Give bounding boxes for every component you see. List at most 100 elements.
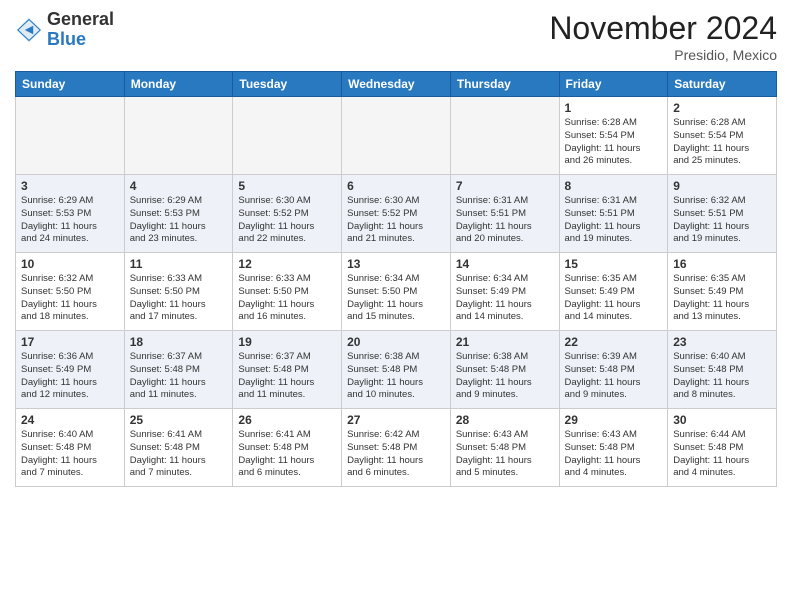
logo-general-text: General	[47, 9, 114, 29]
day-info: Sunrise: 6:32 AM Sunset: 5:51 PM Dayligh…	[673, 195, 771, 246]
day-number: 19	[238, 335, 336, 349]
calendar-cell: 24Sunrise: 6:40 AM Sunset: 5:48 PM Dayli…	[16, 409, 125, 487]
calendar-cell: 30 Sunrise: 6:44 AM Sunset: 5:48 PM Dayli…	[668, 409, 777, 487]
day-info: Sunrise: 6:33 AM Sunset: 5:50 PM Dayligh…	[238, 273, 336, 324]
calendar-cell: 1 Sunrise: 6:28 AM Sunset: 5:54 PM Daylig…	[559, 97, 668, 175]
day-info: Sunrise: 6:36 AM Sunset: 5:49 PM Dayligh…	[21, 351, 119, 402]
day-info: Sunrise: 6:29 AM Sunset: 5:53 PM Dayligh…	[130, 195, 228, 246]
calendar-cell: 17 Sunrise: 6:36 AM Sunset: 5:49 PM Dayli…	[16, 331, 125, 409]
day-number: 11	[130, 257, 228, 271]
calendar-cell	[16, 97, 125, 175]
day-number: 16	[673, 257, 771, 271]
day-info: Sunrise: 6:29 AM Sunset: 5:53 PM Dayligh…	[21, 195, 119, 246]
day-number: 8	[565, 179, 663, 193]
day-number: 21	[456, 335, 554, 349]
weekday-header-row: SundayMondayTuesdayWednesdayThursdayFrid…	[16, 72, 777, 97]
page-container: General Blue November 2024 Presidio, Mex…	[0, 0, 792, 497]
day-number: 14	[456, 257, 554, 271]
day-number: 27	[347, 413, 445, 427]
title-area: November 2024 Presidio, Mexico	[549, 10, 777, 63]
calendar-cell: 19 Sunrise: 6:37 AM Sunset: 5:48 PM Dayli…	[233, 331, 342, 409]
day-number: 28	[456, 413, 554, 427]
calendar-cell: 7 Sunrise: 6:31 AM Sunset: 5:51 PM Daylig…	[450, 175, 559, 253]
day-number: 6	[347, 179, 445, 193]
calendar-cell: 11 Sunrise: 6:33 AM Sunset: 5:50 PM Dayli…	[124, 253, 233, 331]
day-number: 1	[565, 101, 663, 115]
calendar-cell: 25 Sunrise: 6:41 AM Sunset: 5:48 PM Dayli…	[124, 409, 233, 487]
day-number: 18	[130, 335, 228, 349]
day-number: 29	[565, 413, 663, 427]
calendar-cell: 27 Sunrise: 6:42 AM Sunset: 5:48 PM Dayli…	[342, 409, 451, 487]
logo-text: General Blue	[47, 10, 114, 50]
day-number: 7	[456, 179, 554, 193]
weekday-header-wednesday: Wednesday	[342, 72, 451, 97]
weekday-header-saturday: Saturday	[668, 72, 777, 97]
month-title: November 2024	[549, 10, 777, 47]
day-info: Sunrise: 6:42 AM Sunset: 5:48 PM Dayligh…	[347, 429, 445, 480]
day-number: 4	[130, 179, 228, 193]
day-info: Sunrise: 6:37 AM Sunset: 5:48 PM Dayligh…	[130, 351, 228, 402]
day-number: 15	[565, 257, 663, 271]
calendar-table: SundayMondayTuesdayWednesdayThursdayFrid…	[15, 71, 777, 487]
day-info: Sunrise: 6:41 AM Sunset: 5:48 PM Dayligh…	[238, 429, 336, 480]
day-number: 25	[130, 413, 228, 427]
day-info: Sunrise: 6:31 AM Sunset: 5:51 PM Dayligh…	[565, 195, 663, 246]
day-number: 22	[565, 335, 663, 349]
day-number: 24	[21, 413, 119, 427]
day-number: 5	[238, 179, 336, 193]
day-number: 9	[673, 179, 771, 193]
page-header: General Blue November 2024 Presidio, Mex…	[15, 10, 777, 63]
calendar-cell: 29 Sunrise: 6:43 AM Sunset: 5:48 PM Dayli…	[559, 409, 668, 487]
logo-icon	[15, 16, 43, 44]
day-info: Sunrise: 6:30 AM Sunset: 5:52 PM Dayligh…	[347, 195, 445, 246]
day-info: Sunrise: 6:43 AM Sunset: 5:48 PM Dayligh…	[456, 429, 554, 480]
day-number: 17	[21, 335, 119, 349]
calendar-cell: 15Sunrise: 6:35 AM Sunset: 5:49 PM Dayli…	[559, 253, 668, 331]
calendar-cell: 6 Sunrise: 6:30 AM Sunset: 5:52 PM Daylig…	[342, 175, 451, 253]
calendar-week-2: 3 Sunrise: 6:29 AM Sunset: 5:53 PM Daylig…	[16, 175, 777, 253]
weekday-header-tuesday: Tuesday	[233, 72, 342, 97]
calendar-cell: 8 Sunrise: 6:31 AM Sunset: 5:51 PM Daylig…	[559, 175, 668, 253]
day-number: 10	[21, 257, 119, 271]
day-number: 3	[21, 179, 119, 193]
day-info: Sunrise: 6:35 AM Sunset: 5:49 PM Dayligh…	[673, 273, 771, 324]
day-info: Sunrise: 6:38 AM Sunset: 5:48 PM Dayligh…	[456, 351, 554, 402]
calendar-cell	[342, 97, 451, 175]
calendar-cell: 21 Sunrise: 6:38 AM Sunset: 5:48 PM Dayli…	[450, 331, 559, 409]
logo-blue-text: Blue	[47, 29, 86, 49]
day-number: 26	[238, 413, 336, 427]
calendar-cell: 5 Sunrise: 6:30 AM Sunset: 5:52 PM Daylig…	[233, 175, 342, 253]
day-info: Sunrise: 6:43 AM Sunset: 5:48 PM Dayligh…	[565, 429, 663, 480]
day-info: Sunrise: 6:30 AM Sunset: 5:52 PM Dayligh…	[238, 195, 336, 246]
calendar-cell: 20Sunrise: 6:38 AM Sunset: 5:48 PM Dayli…	[342, 331, 451, 409]
logo: General Blue	[15, 10, 114, 50]
calendar-cell: 14Sunrise: 6:34 AM Sunset: 5:49 PM Dayli…	[450, 253, 559, 331]
day-number: 13	[347, 257, 445, 271]
calendar-cell	[450, 97, 559, 175]
day-info: Sunrise: 6:37 AM Sunset: 5:48 PM Dayligh…	[238, 351, 336, 402]
day-info: Sunrise: 6:32 AM Sunset: 5:50 PM Dayligh…	[21, 273, 119, 324]
day-info: Sunrise: 6:28 AM Sunset: 5:54 PM Dayligh…	[565, 117, 663, 168]
calendar-week-1: 1 Sunrise: 6:28 AM Sunset: 5:54 PM Daylig…	[16, 97, 777, 175]
day-info: Sunrise: 6:44 AM Sunset: 5:48 PM Dayligh…	[673, 429, 771, 480]
day-info: Sunrise: 6:40 AM Sunset: 5:48 PM Dayligh…	[673, 351, 771, 402]
calendar-cell: 23Sunrise: 6:40 AM Sunset: 5:48 PM Dayli…	[668, 331, 777, 409]
day-info: Sunrise: 6:38 AM Sunset: 5:48 PM Dayligh…	[347, 351, 445, 402]
day-info: Sunrise: 6:34 AM Sunset: 5:50 PM Dayligh…	[347, 273, 445, 324]
calendar-cell: 18 Sunrise: 6:37 AM Sunset: 5:48 PM Dayli…	[124, 331, 233, 409]
calendar-cell: 26 Sunrise: 6:41 AM Sunset: 5:48 PM Dayli…	[233, 409, 342, 487]
calendar-cell: 10 Sunrise: 6:32 AM Sunset: 5:50 PM Dayli…	[16, 253, 125, 331]
day-info: Sunrise: 6:39 AM Sunset: 5:48 PM Dayligh…	[565, 351, 663, 402]
day-info: Sunrise: 6:31 AM Sunset: 5:51 PM Dayligh…	[456, 195, 554, 246]
calendar-header: SundayMondayTuesdayWednesdayThursdayFrid…	[16, 72, 777, 97]
calendar-cell: 12Sunrise: 6:33 AM Sunset: 5:50 PM Dayli…	[233, 253, 342, 331]
calendar-cell: 28 Sunrise: 6:43 AM Sunset: 5:48 PM Dayli…	[450, 409, 559, 487]
location-text: Presidio, Mexico	[549, 47, 777, 63]
day-info: Sunrise: 6:28 AM Sunset: 5:54 PM Dayligh…	[673, 117, 771, 168]
day-number: 2	[673, 101, 771, 115]
calendar-cell: 2 Sunrise: 6:28 AM Sunset: 5:54 PM Daylig…	[668, 97, 777, 175]
day-number: 30	[673, 413, 771, 427]
day-info: Sunrise: 6:41 AM Sunset: 5:48 PM Dayligh…	[130, 429, 228, 480]
calendar-week-5: 24Sunrise: 6:40 AM Sunset: 5:48 PM Dayli…	[16, 409, 777, 487]
day-info: Sunrise: 6:33 AM Sunset: 5:50 PM Dayligh…	[130, 273, 228, 324]
